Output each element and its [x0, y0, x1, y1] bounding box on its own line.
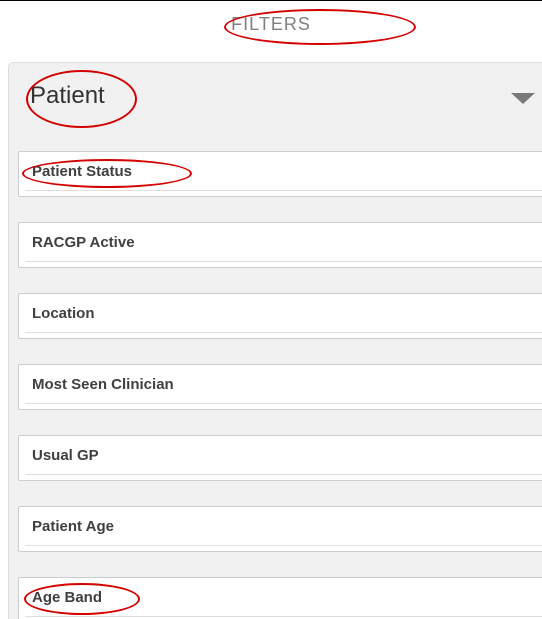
filter-label: Most Seen Clinician [32, 376, 174, 393]
filters-pane: FILTERS Patient Patient Status RACGP Act… [0, 0, 542, 619]
filter-label: RACGP Active [32, 234, 135, 251]
group-title-patient[interactable]: Patient [30, 82, 105, 110]
filter-item-racgp-active[interactable]: RACGP Active [18, 222, 542, 268]
filter-label: Age Band [32, 589, 103, 606]
filter-item-location[interactable]: Location [18, 293, 542, 339]
filter-item-patient-status[interactable]: Patient Status [18, 151, 542, 197]
filter-item-patient-age[interactable]: Patient Age [18, 506, 542, 552]
filter-item-most-seen-clinician[interactable]: Most Seen Clinician [18, 364, 542, 410]
caret-down-icon[interactable] [511, 93, 535, 104]
filter-item-age-band[interactable]: Age Band [18, 577, 542, 619]
filter-item-usual-gp[interactable]: Usual GP [18, 435, 542, 481]
top-border [0, 0, 542, 1]
filter-label: Location [32, 305, 95, 322]
filters-title: FILTERS [231, 14, 311, 34]
filter-label: Patient Age [32, 518, 114, 535]
filter-label: Usual GP [32, 447, 99, 464]
filter-label: Patient Status [32, 163, 133, 180]
